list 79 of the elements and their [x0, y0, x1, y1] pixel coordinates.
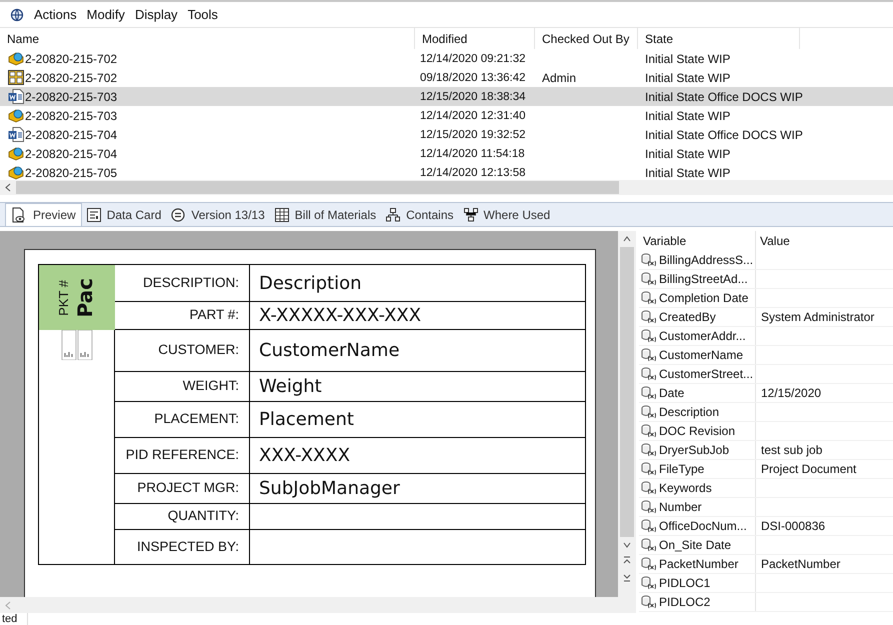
modified-date: 12/15/2020 19:32:52 [420, 128, 526, 141]
state: Initial State WIP [644, 146, 732, 162]
menu-item[interactable]: Display [134, 4, 178, 24]
variable-name: Description [659, 404, 720, 421]
state: Initial State WIP [644, 164, 732, 182]
variable-name: DOC Revision [659, 423, 736, 440]
variable-name: PIDLOC1 [659, 575, 710, 592]
file-name: 2-20820-215-704 [25, 126, 118, 144]
variable-name: Date [659, 385, 684, 402]
variable-name: Number [659, 499, 702, 516]
state: Initial State WIP [644, 50, 732, 68]
field-value: SubJobManager [258, 477, 401, 501]
variable-name: CustomerStreet... [659, 366, 754, 383]
field-label: QUANTITY: [115, 504, 250, 529]
file-name: 2-20820-215-703 [25, 108, 118, 124]
variable-value: 12/15/2020 [760, 385, 822, 402]
modified-date: 09/18/2020 13:36:42 [420, 72, 526, 84]
variable-value: System Administrator [760, 309, 876, 326]
tab[interactable]: Version 13/13 [166, 203, 270, 226]
checked-out-by: Admin [542, 70, 576, 84]
state: Initial State WIP [644, 70, 732, 86]
variable-name: Completion Date [659, 290, 748, 307]
variable-value: DSI-000836 [760, 518, 826, 535]
modified-date: 12/14/2020 09:21:32 [420, 52, 526, 65]
modified-date: 12/15/2020 18:38:34 [420, 90, 526, 103]
modified-date: 12/14/2020 11:54:18 [420, 148, 525, 160]
packet-label: PKT # [56, 280, 71, 316]
field-label: PID REFERENCE: [115, 438, 250, 473]
column-header[interactable]: Value [756, 231, 893, 251]
field-label: DESCRIPTION: [115, 265, 250, 301]
state: Initial State Office DOCS WIP [644, 88, 804, 106]
field-label: WEIGHT: [115, 372, 250, 401]
field-value: XXX-XXXX [258, 444, 352, 468]
file-row[interactable]: 2-20820-215-703 12/15/2020 18:38:34 Initial State Office DOCS WIP [0, 87, 893, 106]
variable-value: PacketNumber [760, 556, 842, 573]
file-name: 2-20820-215-704 [25, 146, 118, 162]
modified-date: 12/14/2020 12:31:40 [420, 110, 526, 122]
variable-value: Project Document [760, 461, 858, 478]
variable-name: FileType [659, 461, 704, 478]
modified-date: 12/14/2020 12:13:58 [420, 166, 526, 179]
variable-name: On_Site Date [659, 537, 732, 554]
menu-item[interactable]: Actions [34, 4, 77, 24]
menu-item[interactable]: Modify [86, 4, 125, 24]
field-label: PLACEMENT: [115, 402, 250, 437]
state: Initial State WIP [644, 108, 732, 124]
field-value: X-XXXXX-XXX-XXX [258, 304, 422, 328]
file-name: 2-20820-215-705 [25, 164, 118, 182]
variable-name: BillingStreetAd... [659, 271, 748, 288]
variable-name: CustomerAddr... [659, 328, 746, 345]
menu-item[interactable]: Tools [188, 4, 218, 24]
variable-name: OfficeDocNum... [659, 518, 747, 535]
field-value: Placement [258, 408, 355, 432]
variable-name: CreatedBy [659, 309, 716, 326]
packet-value: Pac [73, 278, 97, 318]
tab[interactable]: Contains [381, 203, 459, 226]
file-name: 2-20820-215-703 [25, 88, 118, 106]
column-header[interactable]: Variable [639, 231, 756, 251]
field-label: CUSTOMER: [115, 330, 250, 371]
variable-value: test sub job [760, 442, 824, 459]
field-value: Weight [258, 375, 323, 399]
variable-name: DryerSubJob [659, 442, 730, 459]
field-value: Description [258, 272, 363, 296]
status-text: ted [0, 613, 28, 625]
file-name: 2-20820-215-702 [25, 70, 118, 86]
field-label: PART #: [115, 302, 250, 329]
tab[interactable]: Bill of Materials [270, 203, 382, 226]
tab[interactable]: Data Card [82, 203, 166, 226]
variable-name: BillingAddressS... [659, 252, 754, 269]
tab[interactable]: Where Used [458, 203, 556, 226]
variable-name: CustomerName [659, 347, 744, 364]
variable-name: PacketNumber [659, 556, 738, 573]
field-value: CustomerName [258, 339, 401, 363]
state: Initial State Office DOCS WIP [644, 126, 804, 144]
file-name: 2-20820-215-702 [25, 50, 118, 68]
tab[interactable]: Preview [5, 203, 82, 226]
field-label: INSPECTED BY: [115, 530, 250, 564]
variable-name: Keywords [659, 480, 712, 497]
field-label: PROJECT MGR: [115, 474, 250, 503]
variable-name: PIDLOC2 [659, 594, 710, 611]
